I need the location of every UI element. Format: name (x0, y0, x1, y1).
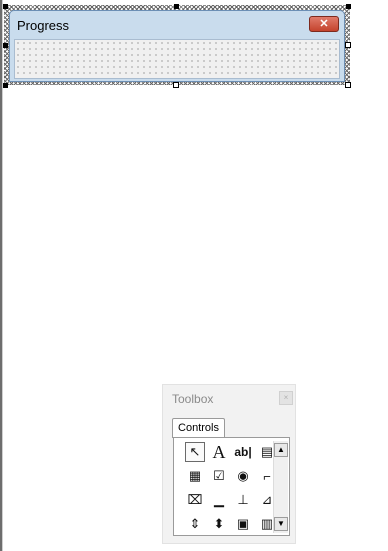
scroll-up-button[interactable]: ▲ (274, 443, 288, 457)
image-icon: ▣ (236, 516, 250, 531)
frame-tool[interactable]: ⌧ (185, 490, 205, 510)
controls-panel: ↖ A ab| ▤ ▦ ☑ ◉ ⌐ ⌧ ▁ ⊥ ⊿ ⇕ ⬍ ▣ ▥ ▲ ▼ (173, 437, 290, 536)
arrow-down-icon: ▼ (277, 519, 285, 528)
label-tool[interactable]: A (209, 442, 229, 462)
refedit-icon: ▥ (260, 516, 274, 531)
resize-handle-left[interactable] (3, 43, 8, 48)
tabstrip-tool[interactable]: ⊥ (233, 490, 253, 510)
tab-controls[interactable]: Controls (172, 418, 225, 438)
combobox-icon: ▤ (260, 444, 274, 459)
togglebutton-icon: ⌐ (263, 468, 271, 484)
toolbox-window[interactable]: Toolbox × Controls ↖ A ab| ▤ ▦ ☑ ◉ ⌐ ⌧ ▁… (162, 384, 296, 544)
resize-handle-bottom-right[interactable] (345, 82, 351, 88)
scroll-down-button[interactable]: ▼ (274, 517, 288, 531)
optionbutton-tool[interactable]: ◉ (233, 466, 253, 486)
commandbutton-tool[interactable]: ▁ (209, 490, 229, 510)
userform-close-button[interactable]: ✕ (309, 16, 339, 32)
listbox-icon: ▦ (188, 468, 202, 483)
commandbutton-icon: ▁ (214, 492, 224, 507)
label-icon: A (212, 441, 226, 462)
tabstrip-icon: ⊥ (237, 492, 249, 507)
resize-handle-top-right[interactable] (346, 4, 351, 9)
resize-handle-bottom[interactable] (173, 82, 179, 88)
toolbox-title: Toolbox (172, 392, 214, 406)
optionbutton-icon: ◉ (237, 468, 249, 483)
checkbox-icon: ☑ (213, 468, 225, 483)
close-icon: ✕ (319, 18, 329, 30)
select-objects-icon: ↖ (189, 444, 201, 459)
multipage-icon: ⊿ (261, 492, 273, 507)
select-objects-tool[interactable]: ↖ (185, 442, 205, 462)
userform-client-area[interactable] (14, 39, 340, 79)
controls-scrollbar[interactable]: ▲ ▼ (273, 441, 288, 533)
userform-window[interactable]: Progress ✕ (9, 10, 345, 82)
resize-handle-right[interactable] (345, 42, 351, 48)
resize-handle-top-left[interactable] (3, 4, 8, 9)
spinbutton-icon: ⬍ (213, 516, 225, 531)
toolbox-close-button[interactable]: × (279, 391, 293, 405)
frame-icon: ⌧ (187, 492, 203, 507)
textbox-icon: ab| (234, 445, 252, 459)
listbox-tool[interactable]: ▦ (185, 466, 205, 486)
checkbox-tool[interactable]: ☑ (209, 466, 229, 486)
resize-handle-bottom-left[interactable] (3, 83, 8, 88)
arrow-up-icon: ▲ (277, 445, 285, 454)
scrollbar-icon: ⇕ (189, 516, 201, 531)
close-icon: × (283, 393, 289, 402)
userform-title: Progress (17, 18, 70, 33)
image-tool[interactable]: ▣ (233, 514, 253, 534)
scrollbar-tool[interactable]: ⇕ (185, 514, 205, 534)
spinbutton-tool[interactable]: ⬍ (209, 514, 229, 534)
resize-handle-top[interactable] (174, 4, 179, 9)
textbox-tool[interactable]: ab| (233, 442, 253, 462)
